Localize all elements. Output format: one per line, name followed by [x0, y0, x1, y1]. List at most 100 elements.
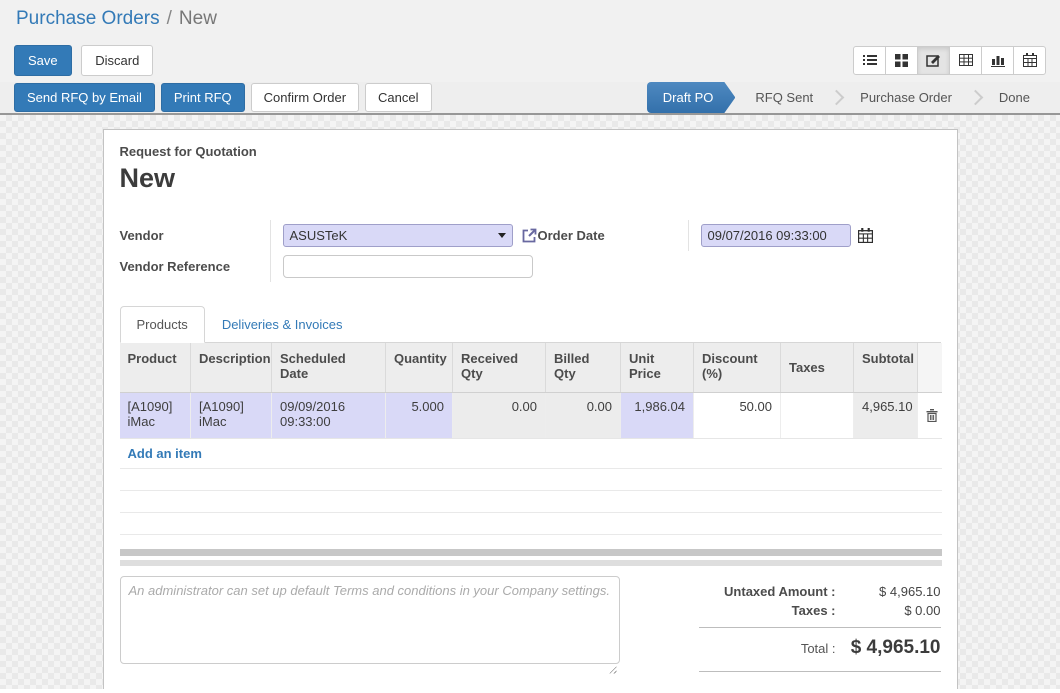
cell-received-qty: 0.00 [453, 392, 546, 438]
left-field-group: Vendor ASUSTeK Vendor Reference [120, 220, 538, 282]
total-value: $ 4,965.10 [836, 637, 941, 659]
separator-bar [120, 560, 942, 566]
external-link-icon [520, 227, 538, 245]
vendor-select[interactable]: ASUSTeK [283, 224, 513, 247]
cell-quantity[interactable]: 5.000 [386, 392, 453, 438]
calendar-picker-button[interactable] [858, 228, 873, 243]
cell-subtotal: 4,965.10 [854, 392, 918, 438]
totals-divider [699, 671, 941, 672]
list-view-button[interactable] [853, 46, 886, 75]
column-header-quantity: Quantity [386, 343, 453, 392]
column-header-actions [918, 343, 942, 392]
status-step-rfq-sent[interactable]: RFQ Sent [739, 82, 829, 113]
field-groups: Vendor ASUSTeK Vendor Reference Order Da… [120, 220, 941, 282]
column-header-billed-qty: Billed Qty [546, 343, 621, 392]
cell-product[interactable]: [A1090] iMac [120, 392, 191, 438]
pivot-view-icon [959, 54, 973, 66]
order-date-input[interactable] [701, 224, 851, 247]
cell-billed-qty: 0.00 [546, 392, 621, 438]
table-row: [A1090] iMac [A1090] iMac 09/09/2016 09:… [120, 392, 942, 438]
print-rfq-button[interactable]: Print RFQ [161, 83, 245, 112]
totals-divider [699, 627, 941, 628]
form-subtitle: Request for Quotation [120, 144, 941, 159]
calendar-view-button[interactable] [1013, 46, 1046, 75]
delete-line-button[interactable] [918, 392, 942, 438]
tab-deliveries-invoices[interactable]: Deliveries & Invoices [205, 306, 360, 343]
order-date-label: Order Date [538, 220, 688, 251]
column-header-discount: Discount (%) [694, 343, 781, 392]
column-header-received-qty: Received Qty [453, 343, 546, 392]
kanban-view-icon [895, 54, 908, 67]
column-header-unit-price: Unit Price [621, 343, 694, 392]
form-sheet: Request for Quotation New Vendor ASUSTeK… [103, 129, 958, 689]
cancel-button[interactable]: Cancel [365, 83, 431, 112]
view-switcher [853, 46, 1046, 75]
section-separator [120, 549, 942, 566]
statusbar: Send RFQ by Email Print RFQ Confirm Orde… [0, 82, 1060, 115]
terms-and-conditions [120, 576, 620, 679]
notes-textarea[interactable] [120, 576, 620, 664]
column-header-scheduled-date: Scheduled Date [272, 343, 386, 392]
cell-discount[interactable]: 50.00 [694, 392, 781, 438]
totals-block: Untaxed Amount : $ 4,965.10 Taxes : $ 0.… [699, 576, 941, 679]
caret-down-icon [498, 233, 506, 238]
status-steps: Draft PO RFQ Sent Purchase Order Done [647, 82, 1046, 113]
breadcrumb-separator: / [167, 8, 172, 30]
untaxed-amount-label: Untaxed Amount : [724, 584, 835, 599]
trash-icon [926, 409, 938, 422]
add-item-row: Add an item [120, 439, 942, 469]
status-step-done[interactable]: Done [983, 82, 1046, 113]
breadcrumb-purchase-orders[interactable]: Purchase Orders [16, 8, 160, 30]
vendor-select-value: ASUSTeK [290, 228, 348, 243]
confirm-order-button[interactable]: Confirm Order [251, 83, 359, 112]
graph-view-icon [991, 53, 1005, 67]
untaxed-amount-value: $ 4,965.10 [836, 584, 941, 599]
horizontal-scrollbar[interactable] [120, 549, 942, 556]
form-view-button[interactable] [917, 46, 950, 75]
chevron-right-icon [968, 90, 984, 106]
page-title: New [120, 163, 941, 194]
graph-view-button[interactable] [981, 46, 1014, 75]
list-view-icon [863, 54, 877, 66]
discard-button[interactable]: Discard [81, 45, 153, 76]
empty-line [120, 469, 942, 491]
open-record-button[interactable] [520, 227, 538, 245]
order-lines-table: Product Description Scheduled Date Quant… [120, 343, 942, 439]
table-header-row: Product Description Scheduled Date Quant… [120, 343, 942, 392]
tab-products[interactable]: Products [120, 306, 205, 343]
taxes-label: Taxes : [792, 603, 836, 618]
cell-description[interactable]: [A1090] iMac [191, 392, 272, 438]
vendor-label: Vendor [120, 220, 270, 251]
form-background: Request for Quotation New Vendor ASUSTeK… [0, 115, 1060, 689]
kanban-view-button[interactable] [885, 46, 918, 75]
breadcrumb: Purchase Orders / New [0, 0, 1060, 38]
send-rfq-by-email-button[interactable]: Send RFQ by Email [14, 83, 155, 112]
column-header-subtotal: Subtotal [854, 343, 918, 392]
status-step-draft-po[interactable]: Draft PO [647, 82, 736, 113]
right-field-group: Order Date [538, 220, 941, 251]
toolbar: Save Discard [0, 38, 1060, 82]
total-label: Total : [801, 641, 836, 656]
add-an-item-link[interactable]: Add an item [128, 446, 202, 461]
vendor-reference-label: Vendor Reference [120, 251, 270, 282]
status-step-purchase-order[interactable]: Purchase Order [844, 82, 968, 113]
chevron-right-icon [829, 90, 845, 106]
cell-scheduled-date[interactable]: 09/09/2016 09:33:00 [272, 392, 386, 438]
resize-handle-icon[interactable] [607, 664, 617, 674]
form-view-icon [926, 53, 941, 67]
save-button[interactable]: Save [14, 45, 72, 76]
calendar-icon [858, 228, 873, 243]
calendar-view-icon [1023, 53, 1037, 67]
pivot-view-button[interactable] [949, 46, 982, 75]
taxes-value: $ 0.00 [836, 603, 941, 618]
notebook-tabs: Products Deliveries & Invoices [120, 306, 941, 343]
cell-unit-price[interactable]: 1,986.04 [621, 392, 694, 438]
vendor-reference-input[interactable] [283, 255, 533, 278]
breadcrumb-current: New [179, 8, 217, 30]
empty-line [120, 491, 942, 513]
column-header-product: Product [120, 343, 191, 392]
cell-taxes[interactable] [781, 392, 854, 438]
empty-line [120, 513, 942, 535]
column-header-taxes: Taxes [781, 343, 854, 392]
column-header-description: Description [191, 343, 272, 392]
